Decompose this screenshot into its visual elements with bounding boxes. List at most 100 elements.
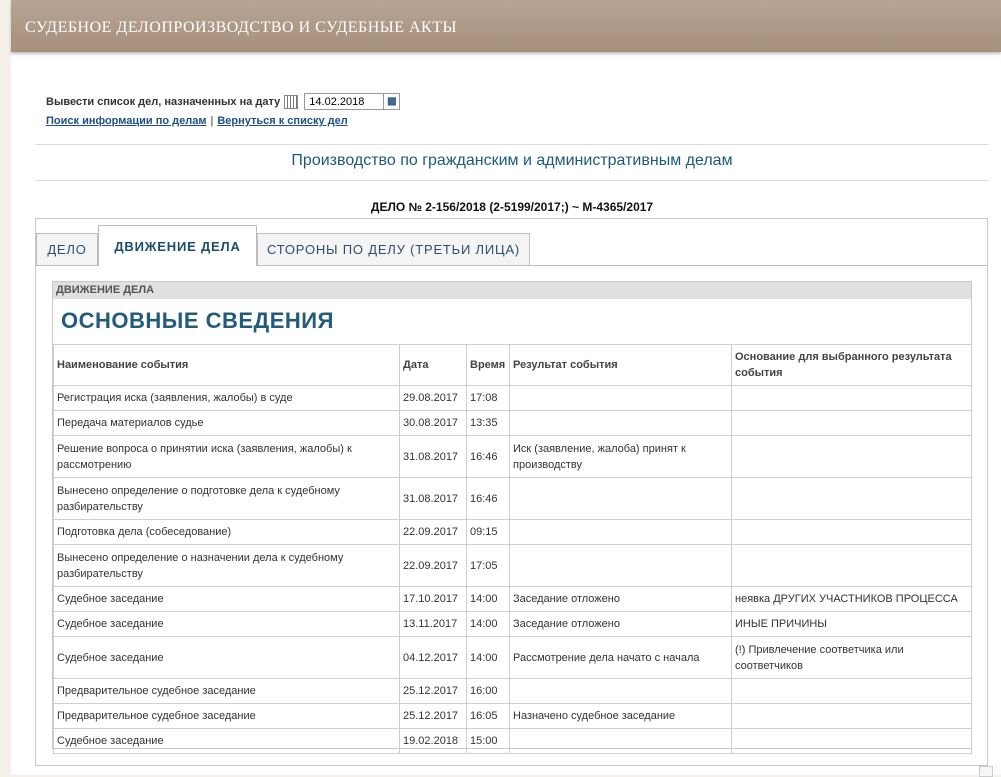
tab-parties[interactable]: СТОРОНЫ ПО ДЕЛУ (ТРЕТЬИ ЛИЦА) bbox=[257, 233, 530, 265]
divider bbox=[35, 144, 989, 145]
time-cell: 09:15 bbox=[466, 519, 510, 545]
tab-case[interactable]: ДЕЛО bbox=[36, 233, 98, 265]
table-row: Предварительное судебное заседание 25.12… bbox=[53, 703, 972, 729]
event-cell: Предварительное судебное заседание bbox=[53, 703, 400, 729]
table-row: Подготовка дела (собеседование) 22.09.20… bbox=[53, 519, 972, 545]
time-cell: 14:00 bbox=[466, 611, 510, 637]
date-cell: 04.12.2017 bbox=[399, 636, 467, 679]
time-cell: 15:00 bbox=[466, 728, 510, 754]
result-cell: Рассмотрение дела начато с начала bbox=[509, 636, 732, 679]
event-cell: Судебное заседание bbox=[53, 586, 400, 612]
time-cell: 14:00 bbox=[466, 636, 510, 679]
event-cell: Решение вопроса о принятии иска (заявлен… bbox=[53, 435, 400, 478]
column-header: Время bbox=[466, 344, 510, 386]
date-cell: 30.08.2017 bbox=[399, 410, 467, 436]
column-header: Результат события bbox=[509, 344, 732, 386]
time-cell: 16:00 bbox=[466, 678, 510, 704]
result-cell: Иск (заявление, жалоба) принят к произво… bbox=[509, 435, 732, 478]
column-header: Основание для выбранного результата собы… bbox=[731, 344, 972, 386]
basis-cell bbox=[731, 385, 972, 411]
table-row: Вынесено определение о подготовке дела к… bbox=[53, 477, 972, 520]
basis-cell bbox=[731, 519, 972, 545]
result-cell bbox=[509, 728, 732, 754]
divider bbox=[35, 180, 989, 181]
tab-case-movement[interactable]: ДВИЖЕНИЕ ДЕЛА bbox=[98, 225, 257, 266]
result-cell bbox=[509, 544, 732, 587]
result-cell bbox=[509, 410, 732, 436]
date-cell: 22.09.2017 bbox=[399, 544, 467, 587]
header-title: СУДЕБНОЕ ДЕЛОПРОИЗВОДСТВО И СУДЕБНЫЕ АКТ… bbox=[25, 19, 457, 36]
date-input[interactable] bbox=[304, 93, 385, 110]
table-row: Передача материалов судье 30.08.2017 13:… bbox=[53, 410, 972, 436]
nav-links: Поиск информации по делам | Вернуться к сп… bbox=[46, 115, 348, 127]
table-header-row: Наименование события Дата Время Результа… bbox=[53, 344, 972, 386]
table-row: Решение вопроса о принятии иска (заявлен… bbox=[53, 435, 972, 478]
column-header: Дата bbox=[399, 344, 467, 386]
date-cell: 29.08.2017 bbox=[399, 385, 467, 411]
time-cell: 17:08 bbox=[466, 385, 510, 411]
event-cell: Судебное заседание bbox=[53, 636, 400, 679]
basis-cell bbox=[731, 678, 972, 704]
event-cell: Подготовка дела (собеседование) bbox=[53, 519, 400, 545]
basis-cell bbox=[731, 544, 972, 587]
event-cell: Судебное заседание bbox=[53, 728, 400, 754]
scrollbar-corner[interactable] bbox=[979, 766, 993, 777]
event-cell: Передача материалов судье bbox=[53, 410, 400, 436]
result-cell: Заседание отложено bbox=[509, 611, 732, 637]
table-row: Регистрация иска (заявления, жалобы) в с… bbox=[53, 385, 972, 411]
result-cell bbox=[509, 477, 732, 520]
table-row: Судебное заседание 19.02.2018 15:00 bbox=[53, 728, 972, 754]
events-table: Наименование события Дата Время Результа… bbox=[53, 344, 972, 754]
date-cell: 25.12.2017 bbox=[399, 703, 467, 729]
date-cell: 31.08.2017 bbox=[399, 477, 467, 520]
result-cell: Заседание отложено bbox=[509, 586, 732, 612]
basis-cell: (!) Привлечение соответчика или соответч… bbox=[731, 636, 972, 679]
table-row: Вынесено определение о назначении дела к… bbox=[53, 544, 972, 587]
column-header: Наименование события bbox=[53, 344, 400, 386]
calendar-icon[interactable] bbox=[284, 94, 299, 109]
movement-panel: ДВИЖЕНИЕ ДЕЛА ОСНОВНЫЕ СВЕДЕНИЯ Наименов… bbox=[52, 281, 972, 754]
basis-cell bbox=[731, 703, 972, 729]
case-number: ДЕЛО № 2-156/2018 (2-5199/2017;) ~ М-436… bbox=[370, 200, 654, 214]
search-cases-link[interactable]: Поиск информации по делам bbox=[46, 115, 206, 127]
back-to-list-link[interactable]: Вернуться к списку дел bbox=[217, 115, 347, 127]
date-filter-label: Вывести список дел, назначенных на дату bbox=[46, 95, 281, 108]
date-cell: 25.12.2017 bbox=[399, 678, 467, 704]
table-row: Судебное заседание 17.10.2017 14:00 Засе… bbox=[53, 586, 972, 612]
page: СУДЕБНОЕ ДЕЛОПРОИЗВОДСТВО И СУДЕБНЫЕ АКТ… bbox=[11, 0, 1001, 777]
time-cell: 13:35 bbox=[466, 410, 510, 436]
date-filter: Вывести список дел, назначенных на дату … bbox=[46, 93, 401, 110]
panel-header: ДВИЖЕНИЕ ДЕЛА bbox=[53, 282, 971, 299]
date-cell: 13.11.2017 bbox=[399, 611, 467, 637]
date-cell: 31.08.2017 bbox=[399, 435, 467, 478]
event-cell: Судебное заседание bbox=[53, 611, 400, 637]
clear-date-icon[interactable]: ▩ bbox=[384, 93, 401, 110]
result-cell bbox=[509, 385, 732, 411]
basis-cell bbox=[731, 410, 972, 436]
event-cell: Регистрация иска (заявления, жалобы) в с… bbox=[53, 385, 400, 411]
table-row: Предварительное судебное заседание 25.12… bbox=[53, 678, 972, 704]
basis-cell bbox=[731, 435, 972, 478]
basis-cell bbox=[731, 477, 972, 520]
date-cell: 17.10.2017 bbox=[399, 586, 467, 612]
date-cell: 19.02.2018 bbox=[399, 728, 467, 754]
time-cell: 17:05 bbox=[466, 544, 510, 587]
link-separator: | bbox=[210, 115, 214, 127]
time-cell: 14:00 bbox=[466, 586, 510, 612]
basis-cell: неявка ДРУГИХ УЧАСТНИКОВ ПРОЦЕССА bbox=[731, 586, 972, 612]
case-panel: ДЕЛО ДВИЖЕНИЕ ДЕЛА СТОРОНЫ ПО ДЕЛУ (ТРЕТ… bbox=[35, 218, 988, 766]
event-cell: Вынесено определение о подготовке дела к… bbox=[53, 477, 400, 520]
table-row: Судебное заседание 04.12.2017 14:00 Расс… bbox=[53, 636, 972, 679]
basis-cell bbox=[731, 728, 972, 754]
event-cell: Вынесено определение о назначении дела к… bbox=[53, 544, 400, 587]
event-cell: Предварительное судебное заседание bbox=[53, 678, 400, 704]
time-cell: 16:46 bbox=[466, 435, 510, 478]
result-cell: Назначено судебное заседание bbox=[509, 703, 732, 729]
date-cell: 22.09.2017 bbox=[399, 519, 467, 545]
table-row: Судебное заседание 13.11.2017 14:00 Засе… bbox=[53, 611, 972, 637]
time-cell: 16:46 bbox=[466, 477, 510, 520]
section-title: Производство по гражданским и администра… bbox=[291, 152, 733, 169]
result-cell bbox=[509, 678, 732, 704]
panel-title: ОСНОВНЫЕ СВЕДЕНИЯ bbox=[61, 308, 334, 333]
time-cell: 16:05 bbox=[466, 703, 510, 729]
